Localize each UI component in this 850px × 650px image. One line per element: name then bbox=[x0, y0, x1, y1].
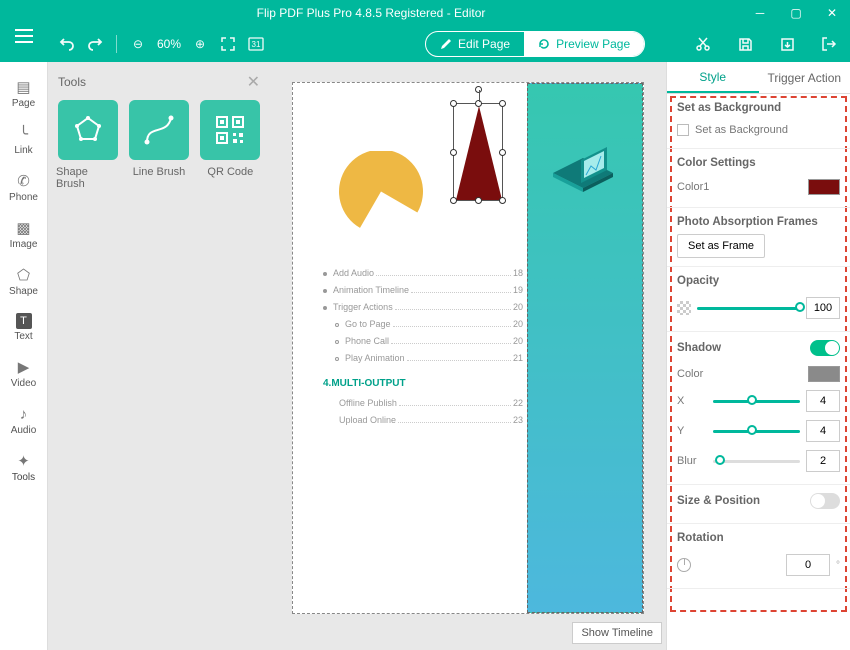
qr-icon bbox=[214, 114, 246, 146]
nav-image[interactable]: ▩Image bbox=[0, 211, 47, 258]
link-icon: ╰ bbox=[15, 125, 33, 143]
page-icon: ▤ bbox=[15, 78, 33, 96]
preview-page-button[interactable]: Preview Page bbox=[524, 32, 644, 56]
side-nav: ▤Page ╰Link ✆Phone ▩Image ⬠Shape TText ▶… bbox=[0, 62, 48, 650]
title-bar: Flip PDF Plus Pro 4.8.5 Registered - Edi… bbox=[0, 0, 850, 26]
refresh-icon bbox=[538, 38, 550, 50]
trigger-action-tab[interactable]: Trigger Action bbox=[759, 62, 850, 93]
shadow-y-input[interactable] bbox=[806, 420, 840, 442]
checker-icon bbox=[677, 301, 691, 315]
redo-button[interactable] bbox=[84, 33, 106, 55]
shape-brush-tool[interactable]: Shape Brush bbox=[56, 100, 119, 190]
opacity-input[interactable] bbox=[806, 297, 840, 319]
shadow-title: Shadow bbox=[677, 342, 721, 354]
color1-label: Color1 bbox=[677, 181, 709, 193]
page-toc: Add Audio18Animation Timeline19Trigger A… bbox=[323, 265, 523, 429]
svg-text:31: 31 bbox=[252, 40, 261, 49]
audio-icon: ♪ bbox=[15, 405, 33, 423]
fit-screen-button[interactable] bbox=[217, 33, 239, 55]
frames-title: Photo Absorption Frames bbox=[677, 216, 840, 228]
hamburger-menu-button[interactable] bbox=[0, 18, 48, 54]
shadow-blur-input[interactable] bbox=[806, 450, 840, 472]
text-icon: T bbox=[16, 313, 32, 329]
cut-button[interactable] bbox=[692, 33, 714, 55]
shadow-x-slider[interactable] bbox=[713, 400, 800, 403]
window-title: Flip PDF Plus Pro 4.8.5 Registered - Edi… bbox=[0, 6, 742, 20]
nav-audio[interactable]: ♪Audio bbox=[0, 397, 47, 444]
nav-shape[interactable]: ⬠Shape bbox=[0, 258, 47, 305]
pentagon-icon bbox=[72, 114, 104, 146]
tools-title: Tools bbox=[58, 75, 86, 89]
opacity-title: Opacity bbox=[677, 275, 840, 287]
set-bg-checkbox[interactable]: Set as Background bbox=[677, 120, 840, 140]
nav-text[interactable]: TText bbox=[0, 305, 47, 350]
image-icon: ▩ bbox=[15, 219, 33, 237]
line-brush-tool[interactable]: Line Brush bbox=[127, 100, 190, 190]
shadow-x-input[interactable] bbox=[806, 390, 840, 412]
set-bg-title: Set as Background bbox=[677, 102, 840, 114]
style-tab[interactable]: Style bbox=[667, 62, 759, 93]
mode-switch: Edit Page Preview Page bbox=[425, 31, 645, 57]
color1-swatch[interactable] bbox=[808, 179, 840, 195]
shadow-toggle[interactable] bbox=[810, 340, 840, 356]
qr-code-tool[interactable]: QR Code bbox=[199, 100, 262, 190]
canvas-area[interactable]: Add Audio18Animation Timeline19Trigger A… bbox=[270, 62, 666, 650]
maximize-button[interactable]: ▢ bbox=[778, 0, 814, 26]
tools-icon: ✦ bbox=[15, 452, 33, 470]
shadow-color-swatch[interactable] bbox=[808, 366, 840, 382]
page-number-button[interactable]: 31 bbox=[245, 33, 267, 55]
zoom-level[interactable]: 60% bbox=[155, 37, 183, 51]
color-settings-title: Color Settings bbox=[677, 157, 840, 169]
nav-page[interactable]: ▤Page bbox=[0, 70, 47, 117]
size-pos-toggle[interactable] bbox=[810, 493, 840, 509]
phone-icon: ✆ bbox=[15, 172, 33, 190]
nav-phone[interactable]: ✆Phone bbox=[0, 164, 47, 211]
close-panel-button[interactable]: ✕ bbox=[247, 72, 260, 92]
rotation-dial-icon[interactable] bbox=[677, 558, 691, 572]
video-icon: ▶ bbox=[15, 358, 33, 376]
rotation-input[interactable] bbox=[786, 554, 830, 576]
import-button[interactable] bbox=[776, 33, 798, 55]
shape-icon: ⬠ bbox=[15, 266, 33, 284]
zoom-out-button[interactable]: ⊖ bbox=[127, 33, 149, 55]
rotation-title: Rotation bbox=[677, 532, 840, 544]
show-timeline-button[interactable]: Show Timeline bbox=[572, 622, 662, 644]
yellow-shape[interactable] bbox=[331, 151, 427, 239]
nav-tools[interactable]: ✦Tools bbox=[0, 444, 47, 491]
edit-page-button[interactable]: Edit Page bbox=[426, 32, 524, 56]
zoom-in-button[interactable]: ⊕ bbox=[189, 33, 211, 55]
nav-video[interactable]: ▶Video bbox=[0, 350, 47, 397]
pencil-icon bbox=[440, 38, 452, 50]
top-toolbar: ⊖ 60% ⊕ 31 Edit Page Preview Page bbox=[0, 26, 850, 62]
page-canvas[interactable]: Add Audio18Animation Timeline19Trigger A… bbox=[292, 82, 644, 614]
opacity-slider[interactable] bbox=[697, 307, 800, 310]
exit-button[interactable] bbox=[818, 33, 840, 55]
shadow-blur-slider[interactable] bbox=[713, 460, 800, 463]
shadow-y-slider[interactable] bbox=[713, 430, 800, 433]
save-button[interactable] bbox=[734, 33, 756, 55]
set-as-frame-button[interactable]: Set as Frame bbox=[677, 234, 765, 258]
minimize-button[interactable]: ─ bbox=[742, 0, 778, 26]
laptop-graphic[interactable] bbox=[543, 138, 623, 198]
properties-panel: Style Trigger Action Set as Background S… bbox=[666, 62, 850, 650]
undo-button[interactable] bbox=[56, 33, 78, 55]
curve-icon bbox=[143, 114, 175, 146]
tools-panel: Tools ✕ Shape Brush Line Brush QR Code bbox=[48, 62, 270, 650]
nav-link[interactable]: ╰Link bbox=[0, 117, 47, 164]
size-pos-title: Size & Position bbox=[677, 495, 760, 507]
close-button[interactable]: ✕ bbox=[814, 0, 850, 26]
